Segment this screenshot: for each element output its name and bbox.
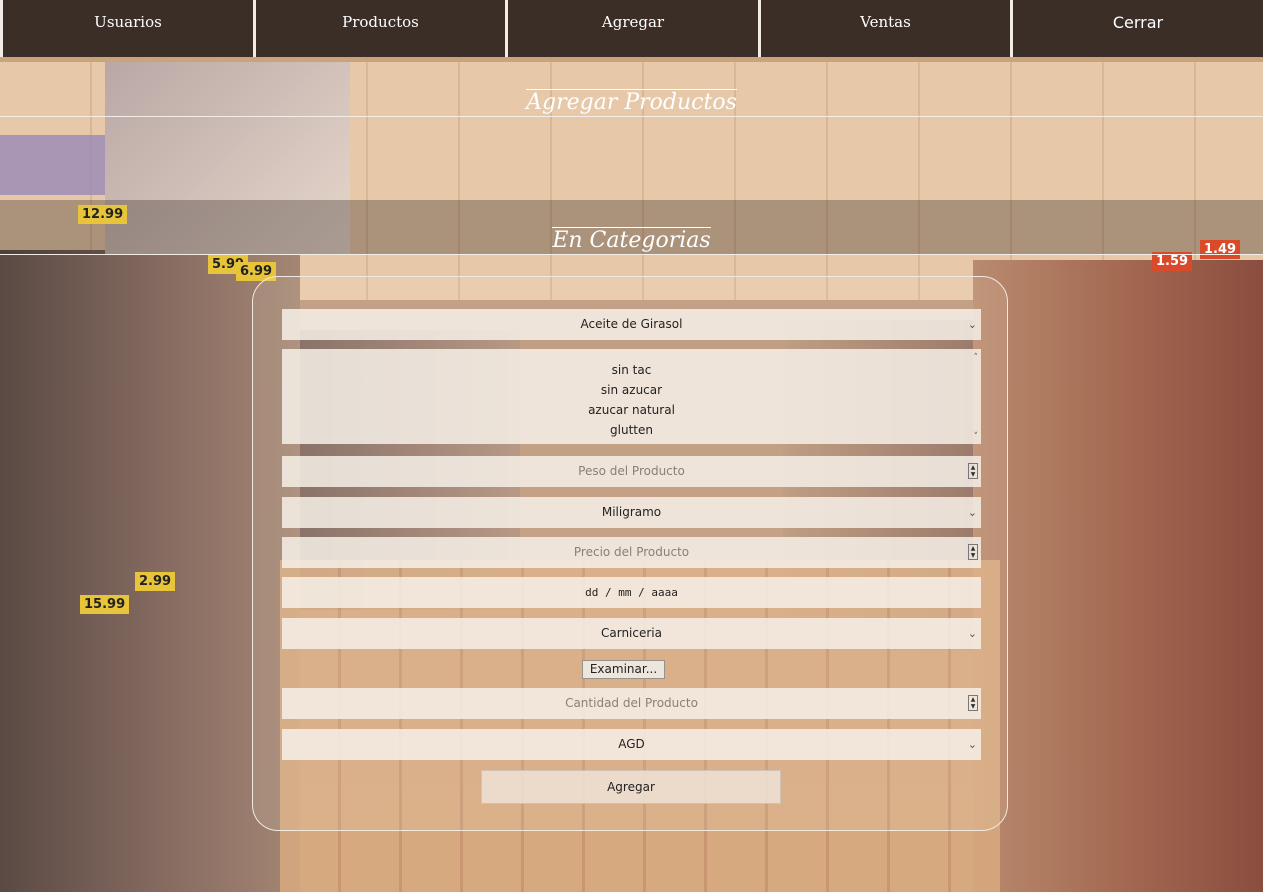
- chevron-down-icon: ⌄: [967, 627, 977, 640]
- chevron-down-icon: ⌄: [967, 506, 977, 519]
- price-tag: 2.99: [135, 572, 176, 591]
- divider: [0, 254, 1263, 255]
- list-item[interactable]: sin azucar: [282, 380, 981, 400]
- right-shelves: [973, 260, 1263, 892]
- nav-ventas[interactable]: Ventas: [758, 0, 1010, 57]
- date-input[interactable]: dd / mm / aaaa: [282, 577, 981, 608]
- product-select[interactable]: Aceite de Girasol ⌄: [282, 309, 981, 340]
- nav-agregar[interactable]: Agregar: [505, 0, 758, 57]
- file-browse-button[interactable]: Examinar...: [582, 660, 665, 679]
- list-item[interactable]: glutten: [282, 420, 981, 440]
- price-tag: 15.99: [80, 595, 130, 614]
- nav-usuarios[interactable]: Usuarios: [0, 0, 253, 57]
- page-title: Agregar Productos: [526, 89, 737, 115]
- list-item[interactable]: sin tac: [282, 360, 981, 380]
- nav-accent-line: [0, 57, 1263, 62]
- spinner-icon[interactable]: ▲ ▼: [968, 463, 978, 479]
- nav-productos[interactable]: Productos: [253, 0, 505, 57]
- quantity-input[interactable]: Cantidad del Producto ▲ ▼: [282, 688, 981, 719]
- price-tag: 12.99: [78, 205, 128, 224]
- spinner-icon[interactable]: ▲ ▼: [968, 695, 978, 711]
- price-input[interactable]: Precio del Producto ▲ ▼: [282, 537, 981, 568]
- section-title: En Categorias: [552, 227, 711, 253]
- tags-listbox[interactable]: sin tac sin azucar azucar natural glutte…: [282, 349, 981, 444]
- scroll-down-icon[interactable]: ˅: [974, 432, 979, 442]
- brand-select[interactable]: AGD ⌄: [282, 729, 981, 760]
- purple-band: [0, 135, 105, 195]
- unit-select[interactable]: Miligramo ⌄: [282, 497, 981, 528]
- chevron-down-icon: ⌄: [967, 318, 977, 331]
- nav-cerrar[interactable]: Cerrar: [1010, 0, 1263, 57]
- category-select[interactable]: Carniceria ⌄: [282, 618, 981, 649]
- chevron-down-icon: ⌄: [967, 738, 977, 751]
- top-nav: Usuarios Productos Agregar Ventas Cerrar: [0, 0, 1263, 57]
- spinner-icon[interactable]: ▲ ▼: [968, 544, 978, 560]
- list-item[interactable]: azucar natural: [282, 400, 981, 420]
- scroll-up-icon[interactable]: ˄: [974, 353, 979, 363]
- weight-input[interactable]: Peso del Producto ▲ ▼: [282, 456, 981, 487]
- submit-button[interactable]: Agregar: [481, 770, 781, 804]
- divider: [0, 116, 1263, 117]
